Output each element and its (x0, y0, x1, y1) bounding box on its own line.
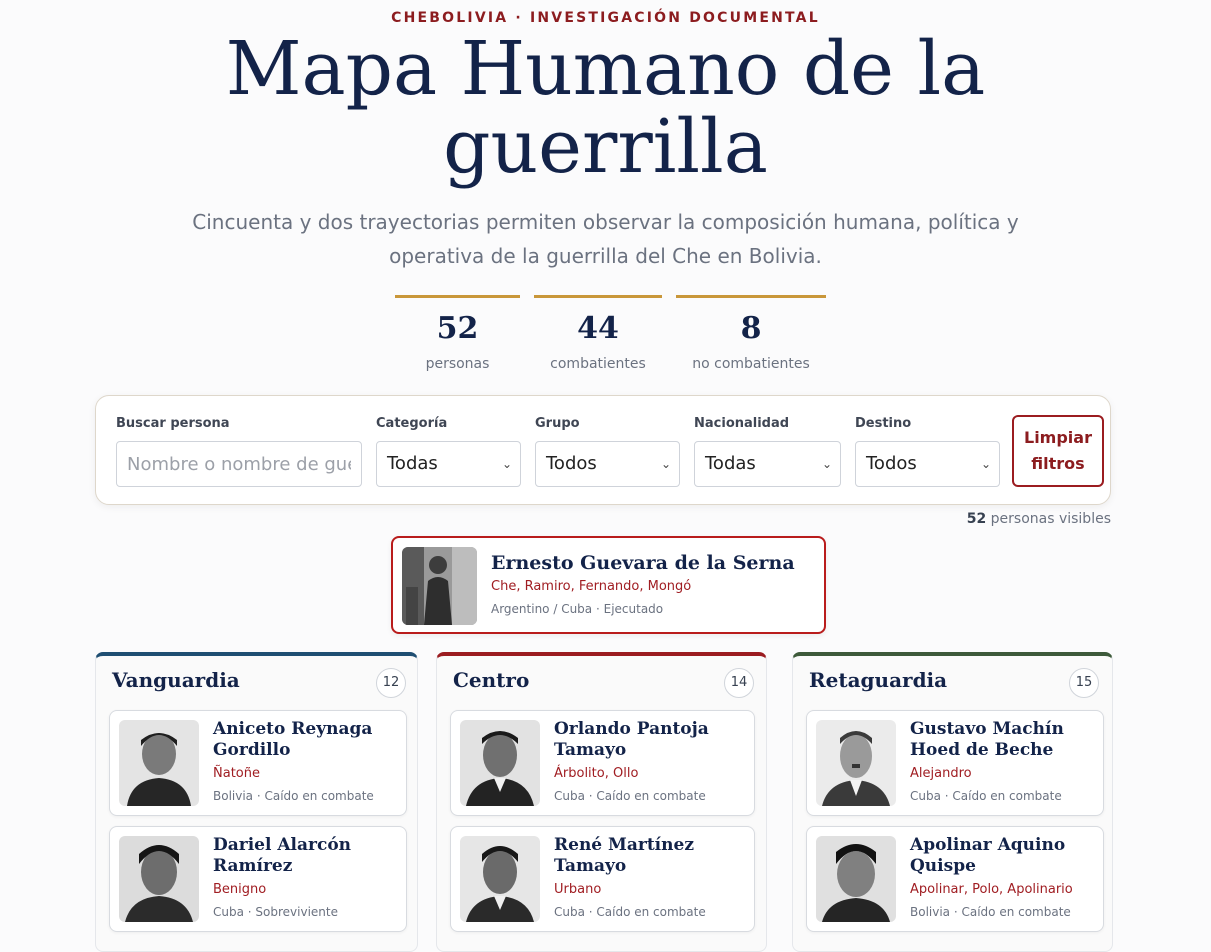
column-retaguardia: Retaguardia 15 Gustavo Machín Hoed de Be… (792, 652, 1113, 952)
nacionalidad-label: Nacionalidad (694, 416, 790, 431)
stat-value: 8 (740, 311, 762, 346)
column-centro: Centro 14 Orlando Pantoja Tamayo Árbolit… (436, 652, 767, 952)
person-name: Dariel Alarcón Ramírez (213, 835, 352, 876)
subtitle-line-2: operativa de la guerrilla del Che en Bol… (389, 244, 822, 268)
person-alias: Árbolito, Ollo (554, 766, 639, 781)
grupo-label: Grupo (535, 416, 580, 431)
column-title: Centro (453, 668, 530, 692)
clear-filters-label-1: Limpiar (1024, 428, 1092, 447)
column-title: Vanguardia (112, 668, 240, 692)
person-name: René Martínez Tamayo (554, 835, 694, 876)
leader-origin: Argentino / Cuba (491, 602, 593, 616)
chevron-down-icon: ⌄ (980, 457, 991, 471)
person-alias: Urbano (554, 882, 602, 897)
clear-filters-label-2: filtros (1031, 454, 1085, 473)
portrait-photo (460, 720, 540, 806)
grupo-select[interactable]: Todos ⌄ (535, 441, 680, 487)
clear-filters-button[interactable]: Limpiar filtros (1012, 415, 1104, 487)
person-name: Orlando Pantoja Tamayo (554, 719, 709, 760)
stat-combatientes: 44 combatientes (534, 295, 662, 372)
person-alias: Apolinar, Polo, Apolinario (910, 882, 1073, 897)
destino-select[interactable]: Todos ⌄ (855, 441, 1000, 487)
visible-count-number: 52 (966, 511, 987, 527)
leader-alias: Che, Ramiro, Fernando, Mongó (491, 579, 692, 594)
column-count-badge: 12 (376, 668, 406, 698)
filters-panel: Buscar persona Categoría Todas ⌄ Grupo T… (95, 395, 1111, 505)
stat-label: personas (425, 356, 490, 372)
categoria-select[interactable]: Todas ⌄ (376, 441, 521, 487)
person-meta: Bolivia · Caído en combate (910, 905, 1071, 919)
portrait-photo (402, 547, 477, 625)
destino-label: Destino (855, 416, 912, 431)
person-card[interactable]: Gustavo Machín Hoed de Beche Alejandro C… (806, 710, 1104, 816)
subtitle-line-1: Cincuenta y dos trayectorias permiten ob… (192, 210, 1019, 234)
portrait-photo (460, 836, 540, 922)
site-eyebrow: CHEBOLIVIA · INVESTIGACIÓN DOCUMENTAL (391, 10, 820, 26)
leader-meta: Argentino / Cuba · Ejecutado (491, 602, 664, 616)
person-alias: Ñatoñe (213, 766, 260, 781)
stat-label: combatientes (550, 356, 646, 372)
categoria-value: Todas (387, 453, 438, 474)
chevron-down-icon: ⌄ (501, 457, 512, 471)
portrait-photo (119, 836, 199, 922)
column-count-badge: 14 (724, 668, 754, 698)
page-title-line-2: guerrilla (443, 104, 768, 190)
destino-value: Todos (866, 453, 917, 474)
person-name: Aniceto Reynaga Gordillo (213, 719, 373, 760)
person-card[interactable]: Dariel Alarcón Ramírez Benigno Cuba · So… (109, 826, 407, 932)
person-name: Gustavo Machín Hoed de Beche (910, 719, 1064, 760)
search-input[interactable] (116, 441, 362, 487)
portrait-photo (816, 836, 896, 922)
nacionalidad-value: Todas (705, 453, 756, 474)
portrait-photo (816, 720, 896, 806)
person-card[interactable]: Aniceto Reynaga Gordillo Ñatoñe Bolivia … (109, 710, 407, 816)
column-count-badge: 15 (1069, 668, 1099, 698)
stat-label: no combatientes (692, 356, 810, 372)
stat-value: 52 (436, 311, 479, 346)
person-alias: Alejandro (910, 766, 972, 781)
person-meta: Cuba · Sobreviviente (213, 905, 338, 919)
page-title-line-1: Mapa Humano de la (225, 26, 986, 112)
page-subtitle: Cincuenta y dos trayectorias permiten ob… (185, 205, 1026, 273)
grupo-value: Todos (546, 453, 597, 474)
person-name: Apolinar Aquino Quispe (910, 835, 1066, 876)
person-meta: Bolivia · Caído en combate (213, 789, 374, 803)
chevron-down-icon: ⌄ (660, 457, 671, 471)
leader-fate: Ejecutado (603, 602, 664, 616)
stat-no-combatientes: 8 no combatientes (676, 295, 826, 372)
person-meta: Cuba · Caído en combate (910, 789, 1062, 803)
column-title: Retaguardia (809, 668, 948, 692)
stat-value: 44 (577, 311, 619, 346)
chevron-down-icon: ⌄ (821, 457, 832, 471)
column-vanguardia: Vanguardia 12 Aniceto Reynaga Gordillo Ñ… (95, 652, 418, 952)
leader-card[interactable]: Ernesto Guevara de la Serna Che, Ramiro,… (391, 536, 826, 634)
person-meta: Cuba · Caído en combate (554, 905, 706, 919)
nacionalidad-select[interactable]: Todas ⌄ (694, 441, 841, 487)
categoria-label: Categoría (376, 416, 448, 431)
page-title: Mapa Humano de la guerrilla (0, 30, 1211, 186)
visible-count: 52 personas visibles (967, 511, 1111, 527)
leader-name: Ernesto Guevara de la Serna (491, 552, 795, 574)
person-meta: Cuba · Caído en combate (554, 789, 706, 803)
person-card[interactable]: Apolinar Aquino Quispe Apolinar, Polo, A… (806, 826, 1104, 932)
person-card[interactable]: René Martínez Tamayo Urbano Cuba · Caído… (450, 826, 755, 932)
person-card[interactable]: Orlando Pantoja Tamayo Árbolito, Ollo Cu… (450, 710, 755, 816)
stat-personas: 52 personas (395, 295, 520, 372)
search-label: Buscar persona (116, 416, 230, 431)
person-alias: Benigno (213, 882, 267, 897)
portrait-photo (119, 720, 199, 806)
visible-count-label: personas visibles (990, 511, 1111, 527)
